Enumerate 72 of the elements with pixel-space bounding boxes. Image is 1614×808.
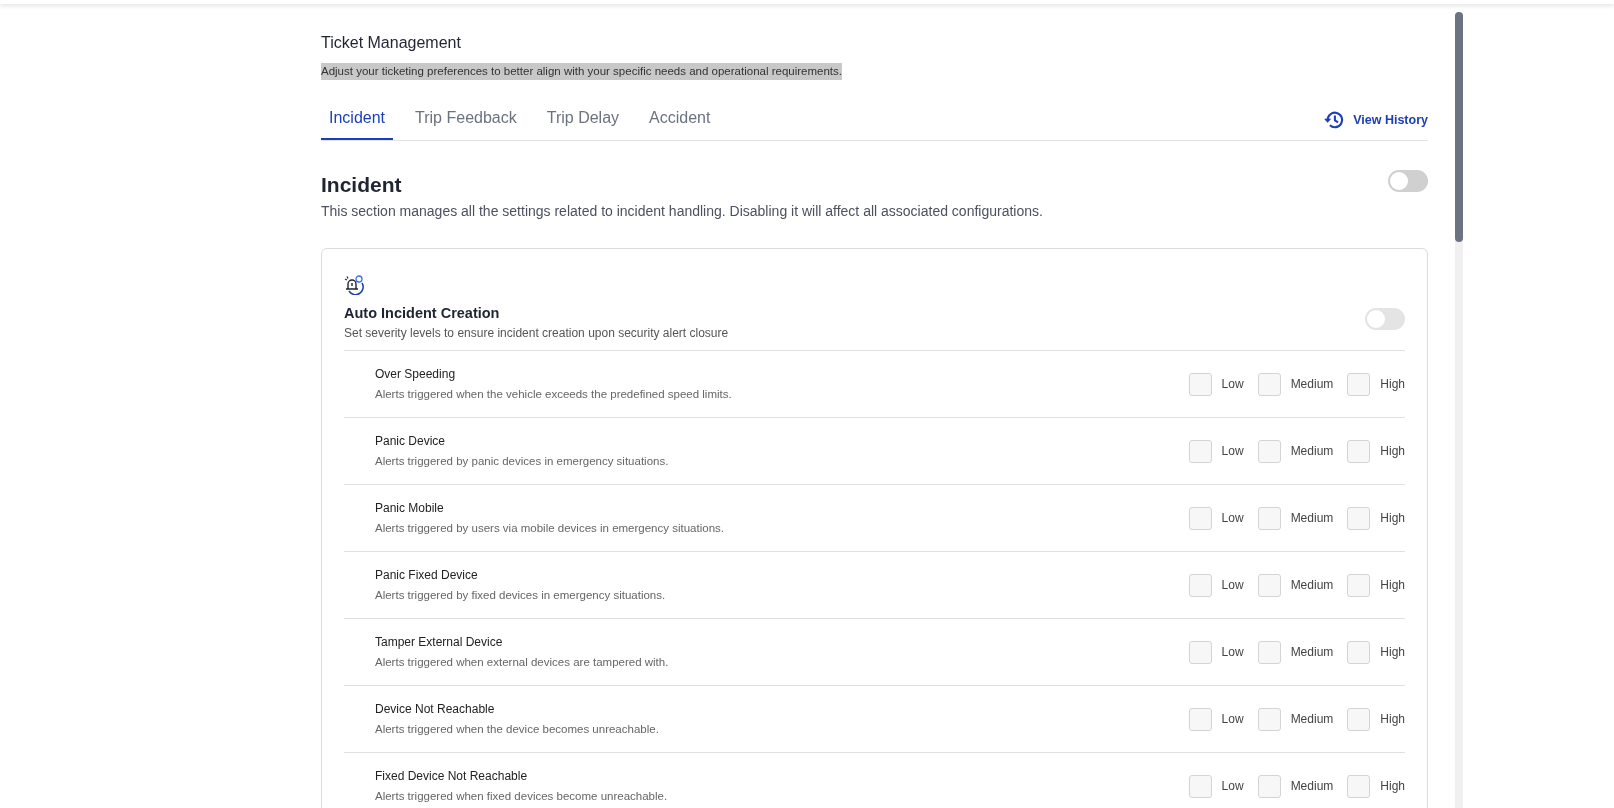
severity-label: Medium [1290,376,1334,394]
severity-label: High [1380,443,1405,461]
alert-description: Alerts triggered by fixed devices in emergency situations. [375,588,666,604]
tab[interactable]: Trip Delay [538,98,628,140]
alert-name: Fixed Device Not Reachable [375,768,529,786]
checkbox[interactable] [1347,707,1371,731]
severity-label: High [1380,376,1405,394]
severity-label: Low [1221,376,1244,394]
checkbox[interactable] [1188,640,1212,664]
section-description: This section manages all the settings related to incident handling. Disabling it will affect all associated configurations. [321,201,1043,221]
checkbox[interactable] [1347,439,1371,463]
toggle-switch[interactable] [1365,308,1405,331]
checkbox[interactable] [1257,774,1281,798]
severity-label: Medium [1290,711,1334,729]
checkbox[interactable] [1257,640,1281,664]
severity-label: Low [1221,510,1244,528]
severity-label: Medium [1290,644,1334,662]
severity-label: High [1380,577,1405,595]
history-icon [1323,110,1346,130]
checkbox[interactable] [1188,573,1212,597]
alert-name: Panic Device [375,433,447,451]
tab[interactable]: Trip Feedback [407,98,525,140]
alert-description: Alerts triggered when external devices are tampered with. [375,655,669,671]
severity-label: Medium [1290,577,1334,595]
tab[interactable]: Accident [641,98,719,140]
checkbox[interactable] [1257,439,1281,463]
tab[interactable]: Incident [321,98,394,140]
checkbox[interactable] [1347,640,1371,664]
checkbox[interactable] [1188,439,1212,463]
alert-description: Alerts triggered when the vehicle exceeds the predefined speed limits. [375,387,732,403]
section-title: Incident [321,172,403,198]
alert-name: Panic Mobile [375,500,445,518]
severity-label: High [1380,711,1405,729]
checkbox[interactable] [1188,506,1212,530]
checkbox[interactable] [1188,372,1212,396]
page-subtitle: Adjust your ticketing preferences to better align with your specific needs and operational requirements. [321,63,842,81]
severity-label: Low [1221,644,1244,662]
alert-description: Alerts triggered when fixed devices become unreachable. [375,789,668,805]
severity-label: Low [1221,778,1244,796]
checkbox[interactable] [1347,774,1371,798]
alert-name: Over Speeding [375,366,457,384]
alert-name: Tamper External Device [375,634,504,652]
card-title: Auto Incident Creation [344,303,501,323]
view-history-link[interactable]: View History [1323,110,1428,140]
checkbox[interactable] [1257,573,1281,597]
severity-label: High [1380,510,1405,528]
severity-label: Low [1221,577,1244,595]
severity-label: Low [1221,443,1244,461]
alert-description: Alerts triggered by panic devices in emergency situations. [375,454,669,470]
severity-label: Medium [1290,443,1334,461]
alert-sync-icon [344,275,365,296]
checkbox[interactable] [1257,707,1281,731]
checkbox[interactable] [1347,372,1371,396]
checkbox[interactable] [1257,506,1281,530]
card-description: Set severity levels to ensure incident creation upon security alert closure [344,325,729,343]
severity-label: Medium [1290,510,1334,528]
severity-label: Medium [1290,778,1334,796]
toggle-switch[interactable] [1388,170,1428,193]
checkbox[interactable] [1347,573,1371,597]
severity-label: Low [1221,711,1244,729]
alert-name: Panic Fixed Device [375,567,479,585]
severity-label: High [1380,778,1405,796]
checkbox[interactable] [1188,707,1212,731]
page-title: Ticket Management [321,33,462,53]
checkbox[interactable] [1188,774,1212,798]
severity-label: High [1380,644,1405,662]
alert-description: Alerts triggered when the device becomes unreachable. [375,722,659,738]
alert-description: Alerts triggered by users via mobile devices in emergency situations. [375,521,724,537]
scrollbar[interactable] [1455,12,1463,808]
checkbox[interactable] [1347,506,1371,530]
checkbox[interactable] [1257,372,1281,396]
alert-name: Device Not Reachable [375,701,496,719]
